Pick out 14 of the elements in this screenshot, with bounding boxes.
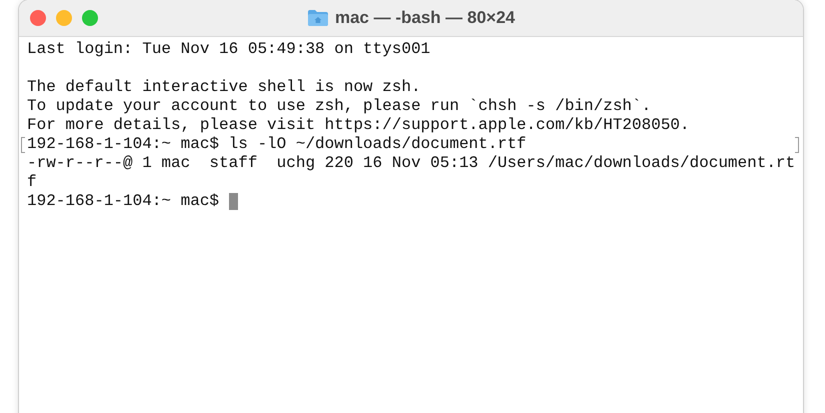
- terminal-line: Last login: Tue Nov 16 05:49:38 on ttys001: [27, 40, 430, 59]
- terminal-line: -rw-r--r--@ 1 mac staff uchg 220 16 Nov 05:13 /Users/mac/downloads/document.rt: [27, 154, 796, 173]
- terminal-line: f: [27, 173, 37, 192]
- zoom-button[interactable]: [82, 10, 98, 26]
- terminal-line: 192-168-1-104:~ mac$: [27, 192, 220, 211]
- mark-bracket-icon: [795, 137, 799, 153]
- terminal-line: 192-168-1-104:~ mac$ ls -lO ~/downloads/document.rtf: [27, 135, 526, 154]
- window-title: mac — -bash — 80×24: [334, 8, 515, 28]
- terminal-line: For more details, please visit https://support.apple.com/kb/HT208050.: [27, 116, 690, 135]
- terminal-line: To update your account to use zsh, please run `chsh -s /bin/zsh`.: [27, 97, 652, 116]
- close-button[interactable]: [30, 10, 46, 26]
- minimize-button[interactable]: [56, 10, 72, 26]
- folder-icon: [306, 9, 329, 27]
- terminal-line: The default interactive shell is now zsh.: [27, 78, 421, 97]
